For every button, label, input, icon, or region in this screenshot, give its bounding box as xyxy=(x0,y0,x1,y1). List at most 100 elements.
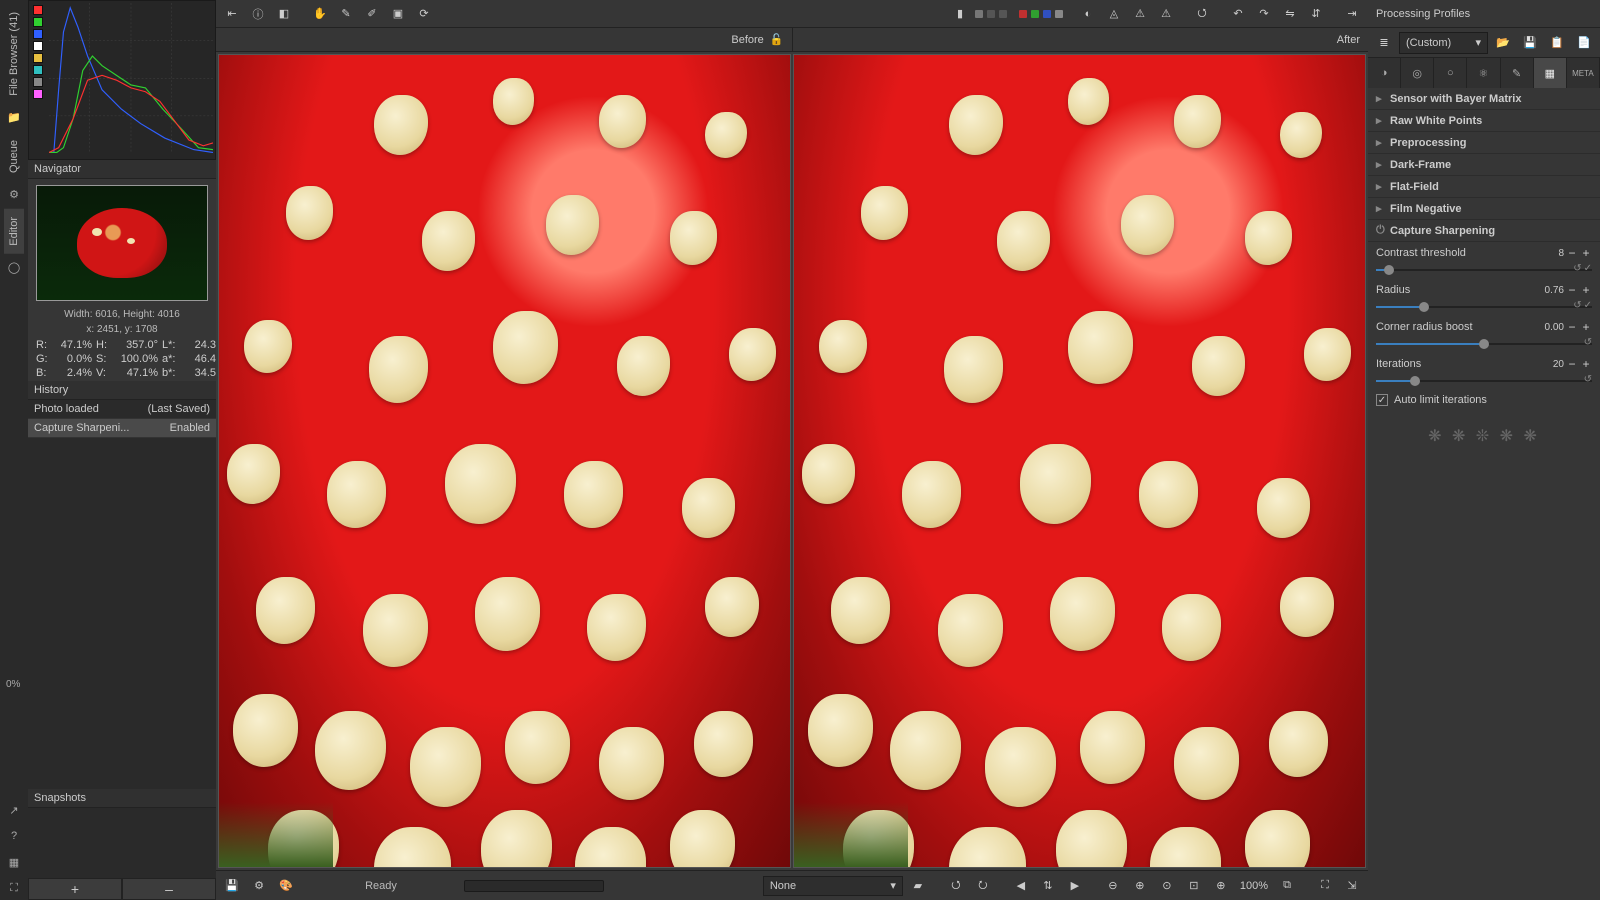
image-after[interactable] xyxy=(793,54,1366,868)
reset-icon[interactable]: ↺ xyxy=(1573,300,1581,311)
section-flatfield[interactable]: ▸Flat-Field xyxy=(1368,176,1600,198)
slider-corner[interactable]: ↺ xyxy=(1376,337,1592,351)
profile-paste-icon[interactable]: 📄 xyxy=(1572,31,1596,55)
history-list[interactable]: Photo loaded(Last Saved) Capture Sharpen… xyxy=(28,400,216,789)
minus-button[interactable]: − xyxy=(1566,284,1578,296)
monitor-icon[interactable]: ▮ xyxy=(948,2,972,26)
plus-button[interactable]: + xyxy=(1580,284,1592,296)
profile-save-icon[interactable]: 💾 xyxy=(1518,31,1542,55)
tab-color[interactable]: ○ xyxy=(1434,58,1467,88)
section-rawwp[interactable]: ▸Raw White Points xyxy=(1368,110,1600,132)
tab-exposure[interactable]: ◑ xyxy=(1368,58,1401,88)
indicator-red[interactable] xyxy=(1019,10,1027,18)
gear-icon[interactable]: ⚙ xyxy=(4,185,24,205)
tab-transform[interactable]: ✎ xyxy=(1501,58,1534,88)
flip-h-icon[interactable]: ⇋ xyxy=(1278,2,1302,26)
snapshot-remove-button[interactable]: – xyxy=(122,878,216,900)
zoom-out-icon[interactable]: ⊖ xyxy=(1101,874,1125,898)
new-window-icon[interactable]: ⧉ xyxy=(1275,874,1299,898)
profile-select[interactable]: (Custom)▾ xyxy=(1399,32,1488,54)
panel-toggle-left-icon[interactable]: ⇤ xyxy=(220,2,244,26)
folder-icon[interactable]: 📁 xyxy=(4,108,24,128)
panel-toggle-right-icon[interactable]: ⇥ xyxy=(1340,2,1364,26)
info-icon[interactable]: ⓘ xyxy=(246,2,270,26)
wb-picker-icon[interactable]: ✐ xyxy=(360,2,384,26)
gamut-icon[interactable]: ◐ xyxy=(1076,2,1100,26)
navigator-thumb[interactable] xyxy=(36,185,208,301)
tab-raw[interactable]: ▦ xyxy=(1534,58,1567,88)
flip-preview-icon[interactable]: ⭮ xyxy=(971,874,995,898)
reset-icon[interactable]: ↺ xyxy=(1584,374,1592,385)
image-before[interactable] xyxy=(218,54,791,868)
aperture-icon[interactable]: ◯ xyxy=(4,258,24,278)
warning2-icon[interactable]: ⚠ xyxy=(1154,2,1178,26)
fullscreen-icon[interactable]: ⛶ xyxy=(1313,874,1337,898)
background-select[interactable]: None▾ xyxy=(763,876,903,896)
save-icon[interactable]: 💾 xyxy=(220,874,244,898)
histogram[interactable] xyxy=(28,0,216,160)
section-capsharp[interactable]: ⏻Capture Sharpening xyxy=(1368,220,1600,242)
indicator-blue[interactable] xyxy=(1043,10,1051,18)
reset-icon[interactable]: ↺ xyxy=(1573,263,1581,274)
indicator-dot[interactable] xyxy=(999,10,1007,18)
minus-button[interactable]: − xyxy=(1566,321,1578,333)
slider-contrast[interactable]: ↺✓ xyxy=(1376,263,1592,277)
nav-prev-icon[interactable]: ◀ xyxy=(1009,874,1033,898)
picker-icon[interactable]: ✎ xyxy=(334,2,358,26)
image-compare[interactable] xyxy=(216,52,1368,870)
snapshot-add-button[interactable]: + xyxy=(28,878,122,900)
tab-advanced[interactable]: ⚛ xyxy=(1467,58,1500,88)
indicator-dot[interactable] xyxy=(975,10,983,18)
indicator-lum[interactable] xyxy=(1055,10,1063,18)
zoom-in-icon[interactable]: ⊕ xyxy=(1128,874,1152,898)
tab-detail[interactable]: ◎ xyxy=(1401,58,1434,88)
profile-copy-icon[interactable]: 📋 xyxy=(1545,31,1569,55)
auto-limit-checkbox[interactable]: ✓Auto limit iterations xyxy=(1368,390,1600,410)
crop-icon[interactable]: ▣ xyxy=(386,2,410,26)
hand-icon[interactable]: ✋ xyxy=(308,2,332,26)
nav-next-icon[interactable]: ▶ xyxy=(1063,874,1087,898)
indicator-dot[interactable] xyxy=(987,10,995,18)
before-after-icon[interactable]: ◧ xyxy=(272,2,296,26)
zoom-100-icon[interactable]: ⊕ xyxy=(1209,874,1233,898)
tab-queue[interactable]: Queue xyxy=(4,132,24,181)
panel-collapse-icon[interactable]: ⇲ xyxy=(1340,874,1364,898)
profile-mode-icon[interactable]: ≣ xyxy=(1372,31,1396,55)
indicator-green[interactable] xyxy=(1031,10,1039,18)
grid-icon[interactable]: ▦ xyxy=(4,852,24,872)
rotate-ccw-icon[interactable]: ↶ xyxy=(1226,2,1250,26)
section-darkframe[interactable]: ▸Dark-Frame xyxy=(1368,154,1600,176)
section-filmneg[interactable]: ▸Film Negative xyxy=(1368,198,1600,220)
minus-button[interactable]: − xyxy=(1566,247,1578,259)
queue-icon[interactable]: ⚙ xyxy=(247,874,271,898)
plus-button[interactable]: + xyxy=(1580,358,1592,370)
fullscreen-icon[interactable]: ⛶ xyxy=(4,878,24,898)
rotate-left-icon[interactable]: ⭯ xyxy=(1190,2,1214,26)
minus-button[interactable]: − xyxy=(1566,358,1578,370)
straighten-icon[interactable]: ⟳ xyxy=(412,2,436,26)
clip-shadow-icon[interactable]: ◬ xyxy=(1102,2,1126,26)
color-label-icon[interactable]: ▰ xyxy=(906,874,930,898)
slider-iter[interactable]: ↺ xyxy=(1376,374,1592,388)
rotate-cw-icon[interactable]: ↷ xyxy=(1252,2,1276,26)
plus-button[interactable]: + xyxy=(1580,321,1592,333)
plus-button[interactable]: + xyxy=(1580,247,1592,259)
auto-icon[interactable]: ✓ xyxy=(1584,263,1592,274)
reset-icon[interactable]: ↺ xyxy=(1584,337,1592,348)
arrow-icon[interactable]: ↗ xyxy=(4,800,24,820)
warning-icon[interactable]: ⚠ xyxy=(1128,2,1152,26)
tab-editor[interactable]: Editor xyxy=(4,209,24,254)
auto-icon[interactable]: ✓ xyxy=(1584,300,1592,311)
external-editor-icon[interactable]: 🎨 xyxy=(274,874,298,898)
tab-file-browser[interactable]: File Browser (41) xyxy=(4,4,24,104)
profile-load-icon[interactable]: 📂 xyxy=(1491,31,1515,55)
section-sensor[interactable]: ▸Sensor with Bayer Matrix xyxy=(1368,88,1600,110)
snapshots-list[interactable] xyxy=(28,808,216,878)
tab-meta[interactable]: META xyxy=(1567,58,1600,88)
nav-sync-icon[interactable]: ⇅ xyxy=(1036,874,1060,898)
slider-radius[interactable]: ↺✓ xyxy=(1376,300,1592,314)
rotate-preview-icon[interactable]: ⭯ xyxy=(944,874,968,898)
help-icon[interactable]: ? xyxy=(4,826,24,846)
history-row[interactable]: Capture Sharpeni...Enabled xyxy=(28,419,216,438)
section-preproc[interactable]: ▸Preprocessing xyxy=(1368,132,1600,154)
